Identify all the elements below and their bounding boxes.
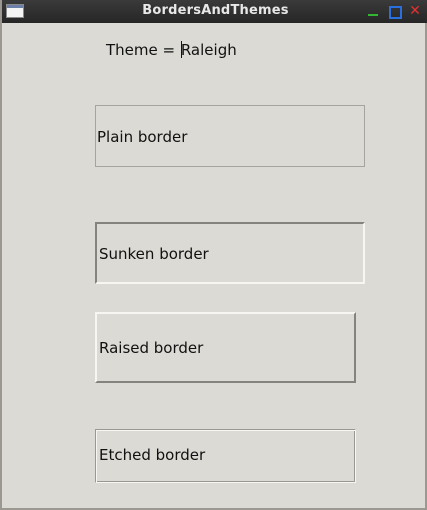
sunken-border-label: Sunken border [99,245,209,263]
maximize-icon[interactable] [387,4,402,19]
theme-label-prefix: Theme = [106,41,180,59]
theme-name: Raleigh [180,41,237,59]
theme-label: Theme = Raleigh [106,41,237,59]
close-icon[interactable]: ✕ [408,4,422,18]
plain-border-label: Plain border [97,128,188,146]
etched-border-label: Etched border [99,446,206,464]
window-title: BordersAndThemes [142,3,289,18]
title-bar[interactable]: BordersAndThemes ✕ [2,0,427,23]
app-window: BordersAndThemes ✕ Theme = Raleigh Plain… [0,0,427,510]
plain-border-panel: Plain border [95,105,365,167]
minimize-icon[interactable] [366,4,380,18]
raised-border-panel: Raised border [95,312,356,383]
raised-border-label: Raised border [99,339,204,357]
sunken-border-panel: Sunken border [95,222,365,284]
etched-border-panel: Etched border [95,429,356,483]
